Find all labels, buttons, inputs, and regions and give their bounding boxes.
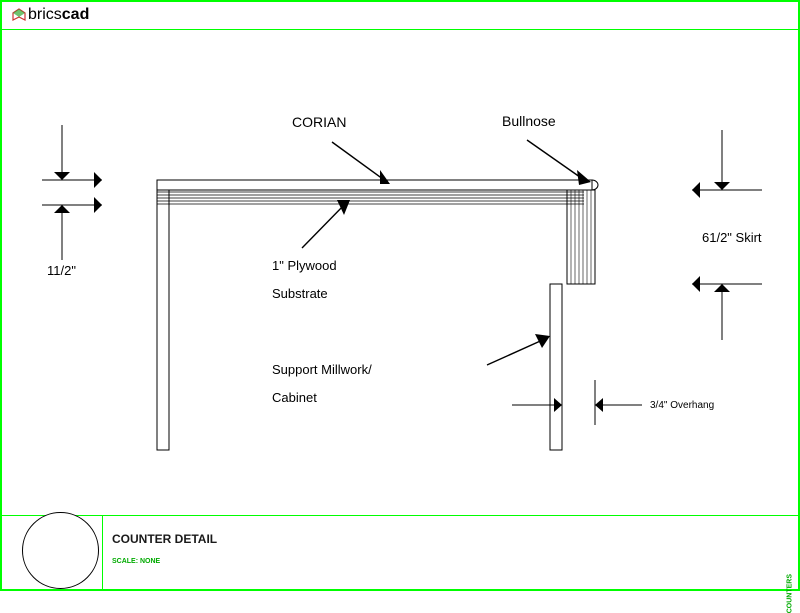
footer-sep	[102, 516, 103, 589]
bricscad-icon	[12, 8, 26, 22]
label-plywood-l2: Substrate	[272, 286, 328, 301]
drawing-scale: SCALE: NONE	[112, 558, 160, 565]
label-support-l2: Cabinet	[272, 390, 317, 405]
label-plywood-l1: 1" Plywood	[272, 258, 337, 273]
label-corian: CORIAN	[292, 114, 346, 130]
label-bullnose: Bullnose	[502, 113, 556, 129]
brand-logo: bricscad	[12, 6, 89, 24]
dim-overhang: 3/4" Overhang	[650, 400, 714, 411]
brand-text: bricscad	[28, 6, 89, 24]
cad-drawing: 11/2" 61/2" Skirt 3/4" Overhang CORIAN	[2, 30, 798, 518]
title-block: COUNTER DETAIL SCALE: NONE COUNTERS	[2, 516, 798, 589]
app-window: bricscad	[0, 0, 800, 591]
dim-thickness: 11/2"	[47, 263, 76, 278]
drawing-side-label: COUNTERS	[786, 574, 793, 613]
dim-skirt: 61/2" Skirt	[702, 230, 762, 245]
revision-circle	[22, 512, 99, 589]
drawing-canvas[interactable]: 11/2" 61/2" Skirt 3/4" Overhang CORIAN	[2, 30, 798, 516]
label-support-l1: Support Millwork/	[272, 362, 372, 377]
drawing-title: COUNTER DETAIL	[112, 532, 217, 546]
